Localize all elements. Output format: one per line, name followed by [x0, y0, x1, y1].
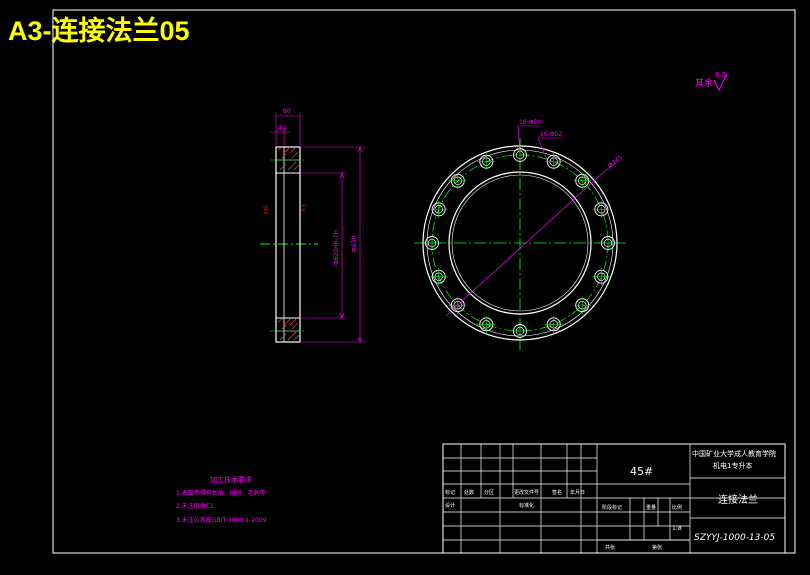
- roughness-value: 6.3: [715, 71, 726, 79]
- bolt-hole: [429, 267, 448, 286]
- drawing-frame: [52, 9, 796, 554]
- dim-bore: Φ620H6-7H: [300, 172, 346, 319]
- front-view: 16-Φ30 16-Φ52 Φ745: [414, 119, 628, 350]
- bolt-hole: [477, 152, 496, 171]
- roughness-label: 其余:: [695, 77, 716, 89]
- standardize-label: 标准化: [519, 502, 534, 509]
- dim-mid-label: R3: [301, 204, 308, 212]
- tech-title: 加工技术要求: [210, 475, 252, 484]
- tech-line-2: 2.未注倒角C1: [176, 502, 214, 510]
- tech-requirements: 加工技术要求 1.表面不得有划痕、磕碰、毛刺等 2.未注倒角C1 3.未注公差按…: [176, 475, 267, 524]
- drawing-number: SZYYJ-1000-13-05: [694, 533, 775, 543]
- svg-text:16-Φ30: 16-Φ30: [519, 119, 541, 126]
- svg-text:年月日: 年月日: [570, 489, 585, 496]
- bolt-hole: [592, 200, 611, 219]
- dim-width-inner: 40: [270, 125, 290, 147]
- svg-text:90: 90: [283, 108, 291, 115]
- svg-text:16-Φ52: 16-Φ52: [540, 131, 562, 138]
- svg-text:标记: 标记: [445, 489, 455, 496]
- side-view: 90 40 M0 R3 Φ620H6-7H Φ630: [260, 108, 366, 343]
- svg-text:分区: 分区: [484, 489, 494, 496]
- bolt-hole: [592, 267, 611, 286]
- tech-line-1: 1.表面不得有划痕、磕碰、毛刺等: [176, 489, 266, 497]
- svg-text:40: 40: [278, 125, 286, 132]
- bolt-hole: [429, 200, 448, 219]
- bolt-hole: [544, 152, 563, 171]
- ratio-label: 比例: [672, 504, 682, 511]
- roughness-note: 其余: 6.3: [695, 71, 728, 92]
- svg-text:Φ620H6-7H: Φ620H6-7H: [333, 230, 340, 265]
- svg-text:Φ630: Φ630: [351, 236, 358, 252]
- scale-value: 1:8: [672, 525, 682, 532]
- side-hatch-bottom: [275, 317, 301, 343]
- svg-text:更改文件号: 更改文件号: [514, 489, 539, 496]
- drawing-canvas: A3-连接法兰05 其余: 6.3 90 40 M0 R3 Φ620H6-7H …: [8, 9, 796, 554]
- revision-headers: 标记 处数 分区 更改文件号 签名 年月日: [445, 489, 585, 496]
- dim-holes-b: 16-Φ52: [537, 131, 562, 161]
- tech-line-3: 3.未注公差按GB/T 1800.1-2009: [176, 516, 267, 524]
- institution-line1: 中国矿业大学成人教育学院: [692, 449, 776, 458]
- bolt-hole: [477, 315, 496, 334]
- svg-text:Φ745: Φ745: [607, 154, 624, 170]
- stage-mark-label: 阶段标记: [602, 504, 622, 511]
- designer-label: 设计: [445, 502, 455, 509]
- part-name: 连接法兰: [718, 493, 758, 506]
- sheet-total-label: 共张: [605, 544, 615, 551]
- dim-left-label: M0: [263, 205, 270, 214]
- institution-line2: 机电1专升本: [713, 461, 752, 470]
- sheet-title: A3-连接法兰05: [8, 15, 190, 46]
- bolt-hole: [511, 322, 529, 340]
- dim-holes-a: 16-Φ30: [517, 119, 541, 159]
- bolt-hole: [423, 234, 441, 252]
- svg-text:处数: 处数: [464, 489, 474, 496]
- material-text: 45#: [630, 465, 653, 478]
- sheet-no-label: 第张: [652, 544, 662, 551]
- bolt-hole: [544, 315, 563, 334]
- svg-text:签名: 签名: [552, 489, 562, 496]
- weight-label: 重量: [646, 504, 656, 511]
- bolt-hole: [599, 234, 617, 252]
